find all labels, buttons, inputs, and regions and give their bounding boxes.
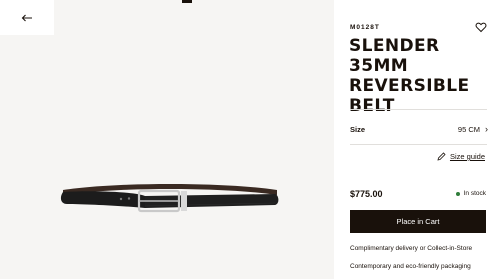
arrow-left-icon xyxy=(21,14,32,21)
divider xyxy=(350,144,487,145)
back-button[interactable] xyxy=(0,0,54,35)
stock-status: In stock xyxy=(455,190,486,197)
stock-dot-icon xyxy=(455,191,460,196)
size-label: Size xyxy=(350,124,366,134)
chevron-right-icon: › xyxy=(485,123,488,134)
place-in-cart-button[interactable]: Place in Cart xyxy=(350,210,486,233)
size-value-group: 95 CM › xyxy=(457,123,488,134)
stock-status-label: In stock xyxy=(463,190,486,197)
product-title: Slender 35mm Reversible Belt xyxy=(349,36,470,116)
heart-icon[interactable] xyxy=(475,21,487,33)
product-sku: M0128T xyxy=(350,24,380,31)
size-guide-link[interactable]: Size guide xyxy=(437,152,485,161)
product-price: $775.00 xyxy=(350,189,383,199)
divider xyxy=(350,109,487,110)
product-image[interactable] xyxy=(55,178,285,238)
packaging-info: Contemporary and eco-friendly packaging xyxy=(350,263,471,270)
delivery-info: Complimentary delivery or Collect-in-Sto… xyxy=(350,245,473,252)
image-position-indicator xyxy=(182,0,192,3)
product-panel: M0128T Slender 35mm Reversible Belt Size… xyxy=(334,0,500,279)
product-gallery xyxy=(0,0,334,279)
size-selector[interactable]: Size 95 CM › xyxy=(350,122,488,136)
pencil-icon xyxy=(437,152,446,161)
size-guide-label: Size guide xyxy=(449,152,485,161)
size-value: 95 CM xyxy=(457,124,480,134)
